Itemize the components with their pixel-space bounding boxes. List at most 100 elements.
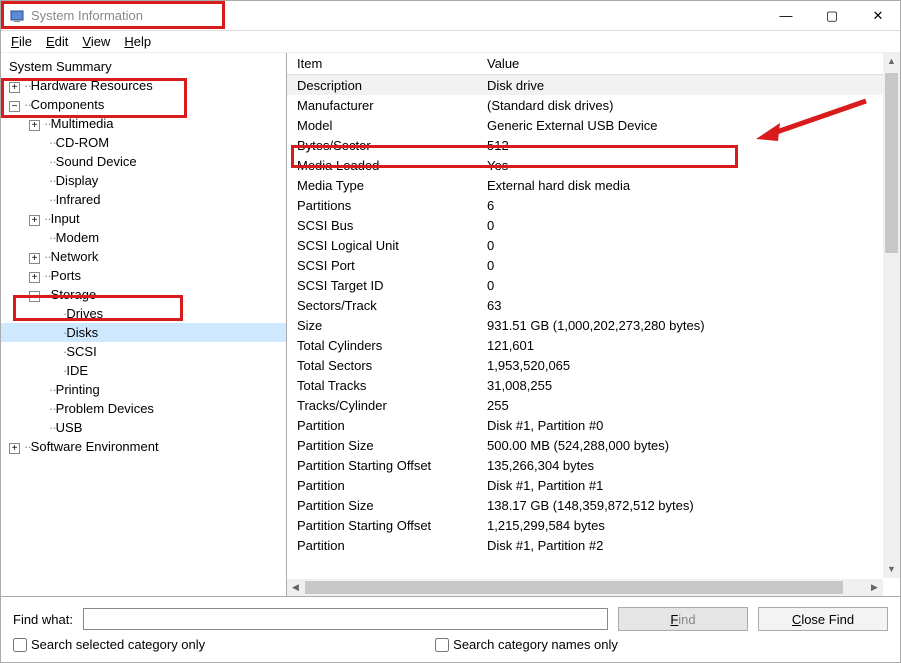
detail-row[interactable]: Media LoadedYes: [287, 155, 900, 175]
category-tree[interactable]: System Summary +··Hardware Resources −··…: [1, 53, 287, 596]
detail-value: 0: [483, 278, 900, 293]
scroll-up-icon[interactable]: ▲: [883, 53, 900, 70]
detail-value: 931.51 GB (1,000,202,273,280 bytes): [483, 318, 900, 333]
menu-file[interactable]: File: [11, 34, 32, 49]
expand-icon[interactable]: +: [9, 443, 20, 454]
detail-row[interactable]: PartitionDisk #1, Partition #1: [287, 475, 900, 495]
window-buttons: — ▢ ✕: [772, 8, 892, 24]
detail-key: SCSI Target ID: [287, 278, 483, 293]
close-find-button[interactable]: Close Find: [758, 607, 888, 631]
detail-row[interactable]: Total Sectors1,953,520,065: [287, 355, 900, 375]
detail-row[interactable]: SCSI Port0: [287, 255, 900, 275]
detail-key: Tracks/Cylinder: [287, 398, 483, 413]
tree-storage[interactable]: −··Storage: [1, 285, 286, 304]
tree-printing[interactable]: ··Printing: [1, 380, 286, 399]
tree-network[interactable]: +··Network: [1, 247, 286, 266]
expand-icon[interactable]: +: [29, 215, 40, 226]
detail-value: Disk #1, Partition #0: [483, 418, 900, 433]
detail-row[interactable]: Sectors/Track63: [287, 295, 900, 315]
scroll-right-icon[interactable]: ▶: [866, 579, 883, 596]
detail-row[interactable]: ModelGeneric External USB Device: [287, 115, 900, 135]
detail-key: Partition Starting Offset: [287, 458, 483, 473]
chk-category-names[interactable]: Search category names only: [435, 637, 618, 652]
expand-icon[interactable]: +: [9, 82, 20, 93]
horizontal-scrollbar[interactable]: ◀ ▶: [287, 579, 883, 596]
tree-input[interactable]: +··Input: [1, 209, 286, 228]
tree-components[interactable]: −··Components: [1, 95, 286, 114]
detail-body[interactable]: DescriptionDisk driveManufacturer(Standa…: [287, 75, 900, 596]
collapse-icon[interactable]: −: [29, 291, 40, 302]
detail-value: 0: [483, 218, 900, 233]
tree-disks[interactable]: ·Disks: [1, 323, 286, 342]
tree-sound[interactable]: ··Sound Device: [1, 152, 286, 171]
col-value[interactable]: Value: [483, 56, 900, 71]
tree-system-summary[interactable]: System Summary: [1, 57, 286, 76]
detail-row[interactable]: Partition Size138.17 GB (148,359,872,512…: [287, 495, 900, 515]
detail-row[interactable]: Size931.51 GB (1,000,202,273,280 bytes): [287, 315, 900, 335]
menu-edit[interactable]: Edit: [46, 34, 68, 49]
detail-row[interactable]: SCSI Bus0: [287, 215, 900, 235]
detail-row[interactable]: Partition Size500.00 MB (524,288,000 byt…: [287, 435, 900, 455]
tree-hardware-resources[interactable]: +··Hardware Resources: [1, 76, 286, 95]
detail-row[interactable]: Bytes/Sector512: [287, 135, 900, 155]
tree-drives[interactable]: ·Drives: [1, 304, 286, 323]
detail-row[interactable]: Total Tracks31,008,255: [287, 375, 900, 395]
detail-header[interactable]: Item Value: [287, 53, 900, 75]
detail-key: Partitions: [287, 198, 483, 213]
detail-value: 6: [483, 198, 900, 213]
minimize-button[interactable]: —: [772, 8, 800, 24]
menu-help[interactable]: Help: [124, 34, 151, 49]
detail-key: Total Tracks: [287, 378, 483, 393]
scroll-left-icon[interactable]: ◀: [287, 579, 304, 596]
find-button[interactable]: Find: [618, 607, 748, 631]
tree-multimedia[interactable]: +··Multimedia: [1, 114, 286, 133]
detail-row[interactable]: Partition Starting Offset1,215,299,584 b…: [287, 515, 900, 535]
tree-scsi[interactable]: ·SCSI: [1, 342, 286, 361]
close-button[interactable]: ✕: [864, 8, 892, 24]
find-input[interactable]: [83, 608, 608, 630]
scroll-down-icon[interactable]: ▼: [883, 561, 900, 578]
detail-key: Description: [287, 78, 483, 93]
tree-infrared[interactable]: ··Infrared: [1, 190, 286, 209]
menu-view[interactable]: View: [82, 34, 110, 49]
detail-row[interactable]: DescriptionDisk drive: [287, 75, 900, 95]
tree-usb[interactable]: ··USB: [1, 418, 286, 437]
detail-value: Disk drive: [483, 78, 900, 93]
detail-key: Model: [287, 118, 483, 133]
detail-value: Generic External USB Device: [483, 118, 900, 133]
tree-software-env[interactable]: +··Software Environment: [1, 437, 286, 456]
vertical-scrollbar[interactable]: ▲ ▼: [883, 53, 900, 578]
checkbox[interactable]: [13, 638, 27, 652]
chk-selected-category[interactable]: Search selected category only: [13, 637, 205, 652]
tree-ide[interactable]: ·IDE: [1, 361, 286, 380]
detail-row[interactable]: PartitionDisk #1, Partition #2: [287, 535, 900, 555]
expand-icon[interactable]: +: [29, 253, 40, 264]
detail-row[interactable]: Manufacturer(Standard disk drives): [287, 95, 900, 115]
detail-row[interactable]: Total Cylinders121,601: [287, 335, 900, 355]
scroll-thumb[interactable]: [305, 581, 843, 594]
detail-row[interactable]: SCSI Target ID0: [287, 275, 900, 295]
tree-problem[interactable]: ··Problem Devices: [1, 399, 286, 418]
detail-row[interactable]: PartitionDisk #1, Partition #0: [287, 415, 900, 435]
find-options: Search selected category only Search cat…: [1, 633, 900, 662]
detail-row[interactable]: Media TypeExternal hard disk media: [287, 175, 900, 195]
col-item[interactable]: Item: [287, 56, 483, 71]
collapse-icon[interactable]: −: [9, 101, 20, 112]
tree-modem[interactable]: ··Modem: [1, 228, 286, 247]
detail-row[interactable]: Tracks/Cylinder255: [287, 395, 900, 415]
scroll-thumb[interactable]: [885, 73, 898, 253]
checkbox[interactable]: [435, 638, 449, 652]
detail-row[interactable]: SCSI Logical Unit0: [287, 235, 900, 255]
tree-ports[interactable]: +··Ports: [1, 266, 286, 285]
maximize-button[interactable]: ▢: [818, 8, 846, 24]
tree-display[interactable]: ··Display: [1, 171, 286, 190]
menubar: File Edit View Help: [1, 31, 900, 53]
find-label: Find what:: [13, 612, 73, 627]
detail-value: 31,008,255: [483, 378, 900, 393]
detail-row[interactable]: Partition Starting Offset135,266,304 byt…: [287, 455, 900, 475]
expand-icon[interactable]: +: [29, 272, 40, 283]
detail-row[interactable]: Partitions6: [287, 195, 900, 215]
expand-icon[interactable]: +: [29, 120, 40, 131]
detail-key: Sectors/Track: [287, 298, 483, 313]
tree-cdrom[interactable]: ··CD-ROM: [1, 133, 286, 152]
